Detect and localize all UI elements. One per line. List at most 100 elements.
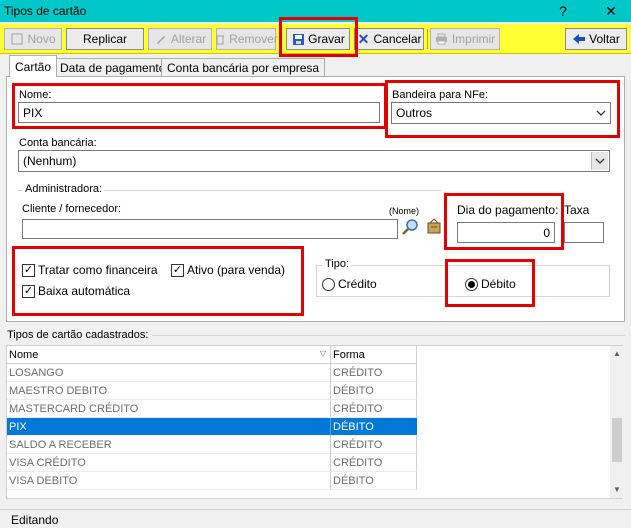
table-row[interactable]: MASTERCARD CRÉDITO CRÉDITO bbox=[7, 400, 417, 418]
voltar-label: Voltar bbox=[589, 32, 620, 46]
tipo-title: Tipo: bbox=[323, 258, 352, 270]
cell-forma: DÉBITO bbox=[331, 382, 417, 400]
conta-bancaria-select[interactable]: (Nenhum) bbox=[18, 150, 610, 172]
cell-forma: CRÉDITO bbox=[331, 364, 417, 382]
toolbar: Novo Replicar Alterar Remover Gravar ✕ C… bbox=[0, 24, 631, 54]
nome-hint-label: (Nome) bbox=[389, 206, 420, 216]
table-row[interactable]: LOSANGO CRÉDITO bbox=[7, 364, 417, 382]
checkmark-icon: ✓ bbox=[171, 263, 184, 277]
chevron-down-icon[interactable] bbox=[591, 152, 608, 170]
remover-button[interactable]: Remover bbox=[214, 28, 278, 50]
taxa-input[interactable] bbox=[564, 222, 604, 243]
dia-pagamento-label: Dia do pagamento: bbox=[457, 203, 559, 217]
scroll-down-icon[interactable]: ▼ bbox=[613, 485, 621, 494]
bandeira-select[interactable]: Outros bbox=[391, 102, 611, 124]
table-row[interactable]: MAESTRO DEBITO DÉBITO bbox=[7, 382, 417, 400]
replicar-button[interactable]: Replicar bbox=[66, 28, 144, 50]
baixa-automatica-checkbox[interactable]: ✓ Baixa automática bbox=[22, 284, 130, 298]
col-nome-label: Nome bbox=[9, 349, 39, 361]
printer-icon bbox=[435, 32, 449, 46]
cell-forma: CRÉDITO bbox=[331, 454, 417, 472]
nome-input[interactable]: PIX bbox=[18, 102, 380, 123]
gravar-button[interactable]: Gravar bbox=[286, 28, 350, 50]
status-text: Editando bbox=[11, 513, 59, 527]
new-icon bbox=[10, 32, 24, 46]
edit-icon bbox=[154, 32, 168, 46]
replicar-label: Replicar bbox=[82, 32, 127, 46]
save-icon bbox=[291, 32, 305, 46]
cell-forma: DÉBITO bbox=[331, 418, 417, 436]
voltar-button[interactable]: Voltar bbox=[565, 28, 627, 50]
sort-desc-icon: ▽ bbox=[319, 349, 326, 358]
administradora-title: Administradora: bbox=[23, 183, 105, 195]
cancel-x-icon: ✕ bbox=[357, 30, 370, 47]
radio-on-icon bbox=[465, 277, 478, 291]
cell-forma: CRÉDITO bbox=[331, 436, 417, 454]
cartoes-grid[interactable]: Nome ▽ Forma LOSANGO CRÉDITO MAESTRO DEB… bbox=[6, 345, 623, 499]
cell-nome: VISA DEBITO bbox=[7, 472, 331, 490]
remover-label: Remover bbox=[229, 32, 278, 46]
novo-button[interactable]: Novo bbox=[4, 28, 62, 50]
tab-conta-bancaria-empresa[interactable]: Conta bancária por empresa bbox=[161, 58, 326, 76]
tipos-cadastrados-title: Tipos de cartão cadastrados: bbox=[7, 329, 149, 341]
scrollbar-thumb[interactable] bbox=[612, 418, 622, 462]
novo-label: Novo bbox=[27, 32, 56, 46]
gravar-label: Gravar bbox=[308, 32, 345, 46]
cell-nome: MAESTRO DEBITO bbox=[7, 382, 331, 400]
tratar-financeira-label: Tratar como financeira bbox=[38, 263, 158, 277]
back-arrow-icon bbox=[572, 32, 586, 46]
cliente-fornecedor-input[interactable] bbox=[22, 219, 398, 239]
table-row[interactable]: VISA DEBITO DÉBITO bbox=[7, 472, 417, 490]
close-button[interactable]: ✕ bbox=[596, 0, 626, 22]
table-row-selected[interactable]: PIX DÉBITO bbox=[7, 418, 417, 436]
cell-nome: LOSANGO bbox=[7, 364, 331, 382]
trash-icon bbox=[214, 32, 226, 46]
cancelar-button[interactable]: ✕ Cancelar bbox=[354, 28, 424, 50]
chevron-down-icon[interactable] bbox=[592, 104, 609, 122]
ativo-venda-checkbox[interactable]: ✓ Ativo (para venda) bbox=[171, 263, 285, 277]
radio-off-icon bbox=[322, 277, 335, 291]
ativo-venda-label: Ativo (para venda) bbox=[187, 263, 286, 277]
imprimir-button[interactable]: Imprimir bbox=[430, 28, 500, 50]
taxa-label: Taxa bbox=[564, 203, 590, 217]
window-title: Tipos de cartão bbox=[4, 4, 87, 18]
credito-radio[interactable]: Crédito bbox=[322, 277, 377, 291]
search-button[interactable] bbox=[400, 218, 420, 239]
register-icon bbox=[425, 218, 443, 239]
toolbar-separator bbox=[427, 29, 428, 49]
bandeira-label: Bandeira para NFe: bbox=[392, 89, 488, 101]
scroll-up-icon[interactable]: ▲ bbox=[613, 349, 621, 358]
cell-nome: PIX bbox=[7, 418, 331, 436]
title-bar: Tipos de cartão ? ✕ bbox=[0, 0, 631, 22]
cell-forma: DÉBITO bbox=[331, 472, 417, 490]
conta-bancaria-value: (Nenhum) bbox=[23, 154, 77, 168]
vertical-scrollbar[interactable]: ▲ ▼ bbox=[610, 346, 624, 498]
register-button[interactable] bbox=[424, 218, 444, 239]
debito-radio[interactable]: Débito bbox=[465, 277, 516, 291]
cell-nome: VISA CRÉDITO bbox=[7, 454, 331, 472]
alterar-label: Alterar bbox=[170, 32, 207, 46]
help-button[interactable]: ? bbox=[548, 0, 578, 22]
nome-label: Nome: bbox=[19, 89, 52, 101]
checkmark-icon: ✓ bbox=[22, 263, 35, 277]
cliente-fornecedor-label: Cliente / fornecedor: bbox=[22, 203, 122, 215]
cell-nome: SALDO A RECEBER bbox=[7, 436, 331, 454]
tab-cartao[interactable]: Cartão bbox=[9, 55, 58, 77]
dia-pagamento-input[interactable]: 0 bbox=[457, 222, 555, 243]
search-icon bbox=[401, 218, 419, 239]
column-header-nome[interactable]: Nome ▽ bbox=[7, 346, 331, 364]
conta-bancaria-label: Conta bancária: bbox=[19, 137, 97, 149]
cell-forma: CRÉDITO bbox=[331, 400, 417, 418]
column-header-forma[interactable]: Forma bbox=[331, 346, 417, 364]
baixa-automatica-label: Baixa automática bbox=[38, 284, 131, 298]
table-row[interactable]: VISA CRÉDITO CRÉDITO bbox=[7, 454, 417, 472]
credito-label: Crédito bbox=[338, 277, 377, 291]
tab-data-pagamento[interactable]: Data de pagamento bbox=[54, 58, 172, 76]
alterar-button[interactable]: Alterar bbox=[148, 28, 212, 50]
status-bar: Editando bbox=[0, 509, 631, 528]
tratar-financeira-checkbox[interactable]: ✓ Tratar como financeira bbox=[22, 263, 158, 277]
cell-nome: MASTERCARD CRÉDITO bbox=[7, 400, 331, 418]
section-divider bbox=[152, 335, 625, 336]
checkmark-icon: ✓ bbox=[22, 284, 35, 298]
table-row[interactable]: SALDO A RECEBER CRÉDITO bbox=[7, 436, 417, 454]
